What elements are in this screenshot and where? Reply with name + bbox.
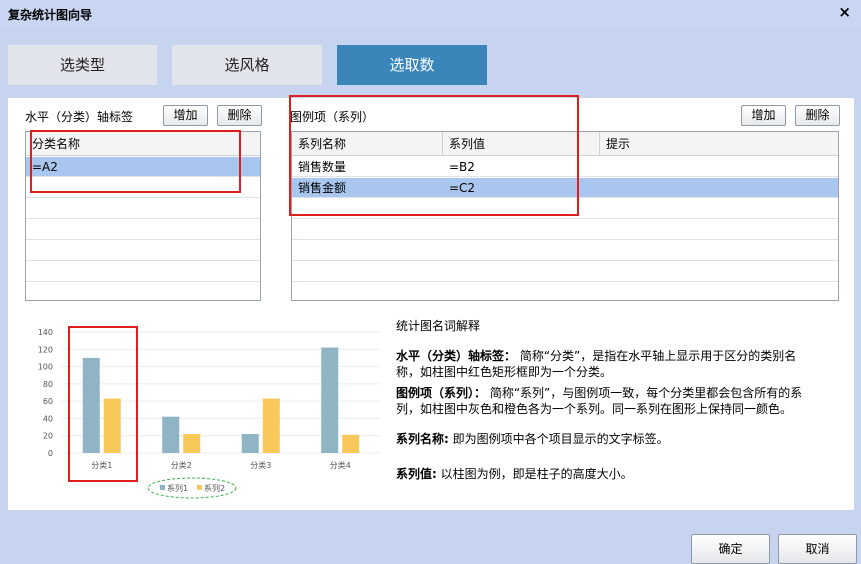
delete-category-button[interactable]: 删除 <box>217 105 262 126</box>
table-row[interactable] <box>292 241 838 261</box>
explanation-series-name-term: 系列名称: <box>396 432 449 446</box>
tab-select-style[interactable]: 选风格 <box>172 45 322 85</box>
legend-swatch <box>197 485 202 490</box>
title-bar: 复杂统计图向导 × <box>0 0 861 28</box>
category-name-column-header: 分类名称 <box>32 137 81 151</box>
ok-button[interactable]: 确定 <box>691 534 770 564</box>
y-tick-label: 0 <box>48 449 53 458</box>
add-series-button[interactable]: 增加 <box>741 105 786 126</box>
x-tick-label: 分类4 <box>330 460 351 470</box>
category-panel-label: 水平（分类）轴标签 <box>25 110 134 124</box>
series-hint-cell <box>600 157 606 177</box>
y-tick-label: 40 <box>43 414 53 423</box>
table-row[interactable] <box>26 178 260 198</box>
explanation-series-name-text: 即为图例项中各个项目显示的文字标签。 <box>448 432 669 446</box>
table-row[interactable] <box>26 220 260 240</box>
window-title: 复杂统计图向导 <box>8 8 93 22</box>
category-example-frame <box>68 326 138 482</box>
series-grid-header: 系列名称 系列值 提示 <box>292 132 838 156</box>
chart-bar <box>342 434 360 453</box>
category-grid: 分类名称 =A2 <box>25 131 261 301</box>
chart-bar <box>82 357 100 453</box>
series-name-cell: 销售金额 <box>298 181 347 195</box>
cancel-button[interactable]: 取消 <box>778 534 857 564</box>
series-value-column-header: 系列值 <box>443 132 600 156</box>
y-tick-label: 140 <box>38 328 53 337</box>
explanation-series: 图例项（系列）： 简称“系列”，与图例项一致，每个分类里都会包含所有的系列，如柱… <box>396 385 816 417</box>
category-name-cell: =A2 <box>32 160 58 174</box>
explanation-series-value-text: 以柱图为例，即是柱子的高度大小。 <box>436 467 633 481</box>
table-row[interactable]: 销售数量 =B2 <box>292 157 838 177</box>
series-grid: 系列名称 系列值 提示 销售数量 =B2 销售金额 =C2 <box>291 131 839 301</box>
legend-label: 系列2 <box>204 483 225 493</box>
explanation-series-value: 系列值: 以柱图为例，即是柱子的高度大小。 <box>396 466 816 482</box>
explanation-category-term: 水平（分类）轴标签： <box>396 349 517 363</box>
legend-label: 系列1 <box>167 483 188 493</box>
close-icon[interactable]: × <box>838 3 851 21</box>
table-row[interactable] <box>26 241 260 261</box>
explanation-series-term: 图例项（系列）： <box>396 386 487 400</box>
y-tick-label: 60 <box>43 397 53 406</box>
y-tick-label: 80 <box>43 380 53 389</box>
explanation-title: 统计图名词解释 <box>396 319 481 333</box>
y-tick-label: 20 <box>43 432 53 441</box>
x-tick-label: 分类1 <box>91 460 112 470</box>
table-row[interactable] <box>292 262 838 282</box>
chart-bar <box>241 433 259 453</box>
delete-series-button[interactable]: 删除 <box>795 105 840 126</box>
chart-bar <box>262 398 280 453</box>
x-tick-label: 分类2 <box>171 460 192 470</box>
add-category-button[interactable]: 增加 <box>163 105 208 126</box>
series-name-column-header: 系列名称 <box>292 132 443 156</box>
series-hint-cell <box>600 178 606 198</box>
tab-select-type[interactable]: 选类型 <box>8 45 157 85</box>
chart-bar <box>321 347 339 453</box>
chart-bar <box>162 416 180 453</box>
chart-bar <box>103 398 121 453</box>
example-bar-chart: 0 20 40 60 80 100 120 140 分类1 分类2 分类3 分类4 系列1 系列2 <box>38 326 380 499</box>
explanation-series-name: 系列名称: 即为图例项中各个项目显示的文字标签。 <box>396 431 816 447</box>
legend-swatch <box>160 485 165 490</box>
table-row[interactable] <box>292 199 838 219</box>
explanation-category: 水平（分类）轴标签： 简称“分类”，是指在水平轴上显示用于区分的类别名称，如柱图… <box>396 348 816 380</box>
tab-select-data[interactable]: 选取数 <box>337 45 487 85</box>
table-row[interactable]: 销售金额 =C2 <box>292 178 838 198</box>
series-hint-column-header: 提示 <box>606 137 631 151</box>
x-tick-label: 分类3 <box>250 460 271 470</box>
table-row[interactable] <box>26 262 260 282</box>
table-row[interactable] <box>292 220 838 240</box>
y-tick-label: 120 <box>38 345 53 354</box>
category-grid-header: 分类名称 <box>26 132 260 156</box>
series-value-cell: =C2 <box>449 181 476 195</box>
series-name-cell: 销售数量 <box>298 160 347 174</box>
table-row[interactable]: =A2 <box>26 157 260 177</box>
table-row[interactable] <box>26 199 260 219</box>
series-panel-label: 图例项（系列） <box>290 110 375 124</box>
series-value-cell: =B2 <box>449 160 475 174</box>
explanation-series-value-term: 系列值: <box>396 467 437 481</box>
y-tick-label: 100 <box>38 363 53 372</box>
chart-bar <box>183 433 201 453</box>
